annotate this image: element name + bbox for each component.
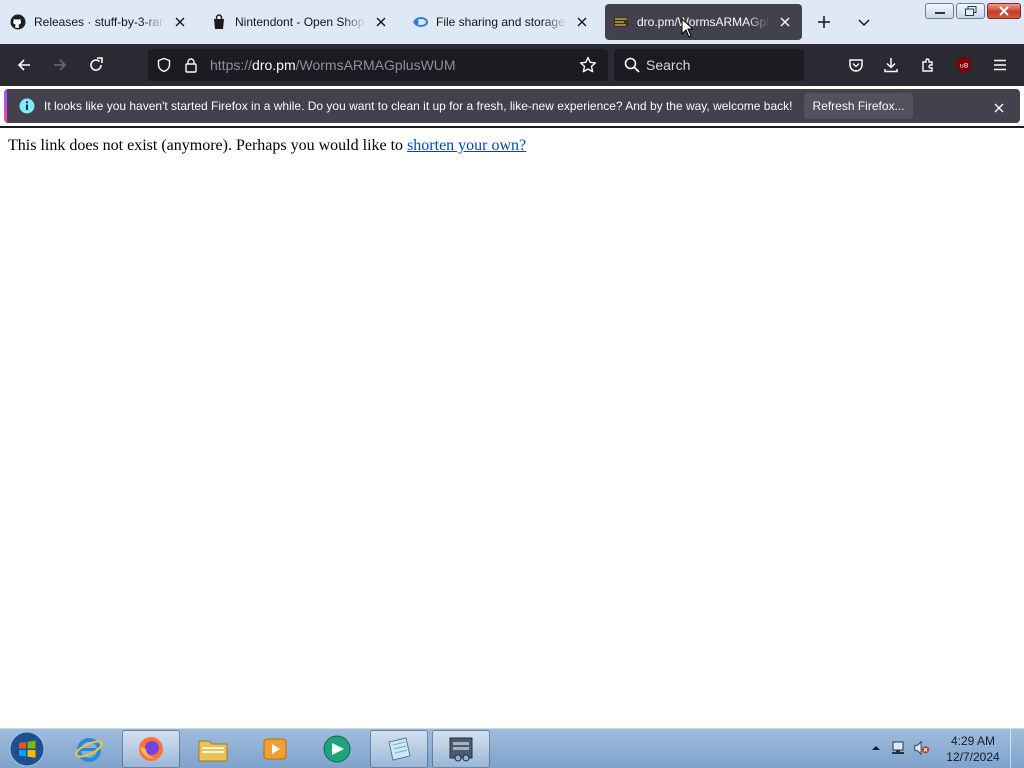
url-scheme: https:// — [210, 57, 253, 73]
media-player-icon[interactable] — [246, 730, 304, 768]
extensions-puzzle-icon[interactable] — [914, 51, 942, 79]
mouse-cursor-icon — [681, 17, 695, 43]
url-bar[interactable]: https://dro.pm/WormsARMAGplusWUM — [148, 49, 608, 81]
refresh-firefox-button[interactable]: Refresh Firefox... — [804, 93, 913, 119]
clock-date: 12/7/2024 — [946, 750, 1000, 764]
navigation-toolbar: https://dro.pm/WormsARMAGplusWUM Search … — [0, 44, 1024, 86]
shorten-link[interactable]: shorten your own? — [407, 137, 526, 154]
restore-window-icon[interactable] — [956, 3, 985, 19]
control-panel-icon[interactable] — [432, 730, 490, 768]
tab-dropm[interactable]: dro.pm/WormsARMAGplusWUM — [605, 4, 802, 40]
tab-file-sharing[interactable]: File sharing and storage made simple — [404, 4, 599, 40]
clock-time: 4:29 AM — [950, 734, 996, 748]
page-body: This link does not exist (anymore). Perh… — [8, 137, 526, 155]
start-button-windows-icon[interactable] — [6, 730, 48, 768]
reload-icon[interactable] — [82, 51, 110, 79]
minimize-window-icon[interactable] — [925, 3, 954, 19]
show-desktop-button[interactable] — [1010, 729, 1024, 768]
system-clock[interactable]: 4:29 AM 12/7/2024 — [940, 733, 1006, 765]
tab-strip: Releases · stuff-by-3-random-dudes Ninte… — [0, 0, 1024, 44]
search-placeholder: Search — [646, 57, 691, 73]
url-text: https://dro.pm/WormsARMAGplusWUM — [210, 57, 456, 73]
new-tab-plus-icon[interactable] — [812, 10, 836, 34]
internet-explorer-icon[interactable] — [60, 730, 118, 768]
github-icon — [10, 14, 26, 30]
lock-icon[interactable] — [182, 56, 200, 74]
show-hidden-icons-chevron-up-icon[interactable] — [868, 740, 884, 756]
ublock-badge-text: uB — [960, 62, 969, 70]
tab-releases[interactable]: Releases · stuff-by-3-random-dudes — [2, 4, 197, 40]
firefox-icon[interactable] — [122, 730, 180, 768]
search-icon — [623, 56, 641, 74]
tab-nintendont[interactable]: Nintendont - Open Shop Channel — [203, 4, 398, 40]
bookmark-star-icon[interactable] — [579, 56, 597, 74]
tab-close-icon[interactable] — [372, 13, 390, 31]
file-explorer-icon[interactable] — [184, 730, 242, 768]
close-notification-icon[interactable] — [994, 100, 1004, 118]
green-app-icon[interactable] — [308, 730, 366, 768]
back-arrow-icon[interactable] — [10, 51, 38, 79]
tab-close-icon[interactable] — [776, 13, 794, 31]
dropm-favicon-icon — [613, 14, 629, 30]
tab-title: Releases · stuff-by-3-random-dudes — [34, 15, 165, 29]
list-all-tabs-chevron-down-icon[interactable] — [852, 10, 876, 34]
tab-close-icon[interactable] — [171, 13, 189, 31]
content-divider — [0, 126, 1024, 128]
ublock-origin-icon[interactable]: uB — [950, 51, 978, 79]
close-window-icon[interactable] — [987, 3, 1021, 19]
forward-arrow-icon[interactable] — [46, 51, 74, 79]
hamburger-menu-icon[interactable] — [986, 51, 1014, 79]
notification-accent — [4, 89, 7, 123]
notepad-icon[interactable] — [370, 730, 428, 768]
info-icon — [19, 98, 35, 119]
downloads-icon[interactable] — [877, 51, 905, 79]
tab-title: File sharing and storage made simple — [436, 15, 567, 29]
url-host: dro.pm — [252, 57, 296, 73]
pocket-icon[interactable] — [842, 51, 870, 79]
tab-title: dro.pm/WormsARMAGplusWUM — [637, 15, 770, 29]
tracking-protection-shield-icon[interactable] — [155, 56, 173, 74]
taskbar: 4:29 AM 12/7/2024 — [0, 728, 1024, 768]
shop-bag-icon — [211, 14, 227, 30]
cloud-share-icon — [412, 14, 428, 30]
notification-message: It looks like you haven't started Firefo… — [44, 99, 793, 113]
url-path: /WormsARMAGplusWUM — [295, 57, 456, 73]
notification-bar: It looks like you haven't started Firefo… — [4, 89, 1020, 123]
search-bar[interactable]: Search — [614, 49, 804, 81]
tab-close-icon[interactable] — [573, 13, 591, 31]
tab-title: Nintendont - Open Shop Channel — [235, 15, 366, 29]
volume-muted-icon[interactable] — [914, 740, 930, 756]
network-icon[interactable] — [890, 740, 906, 756]
page-message: This link does not exist (anymore). Perh… — [8, 137, 404, 154]
